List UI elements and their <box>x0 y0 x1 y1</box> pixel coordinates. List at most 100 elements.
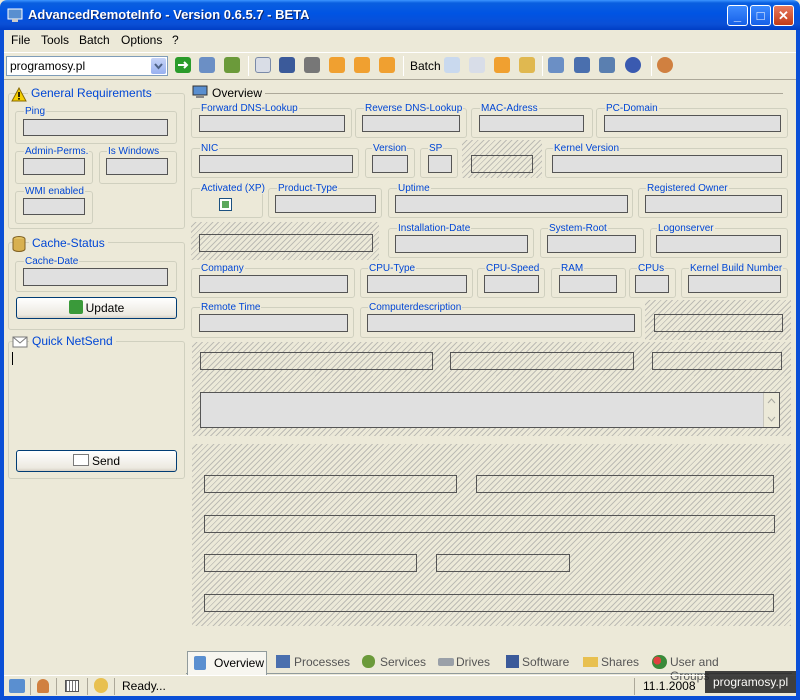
logonserver-label: Logonserver <box>657 223 715 234</box>
cache-status-title: Cache-Status <box>29 236 108 250</box>
users-search-icon[interactable] <box>519 57 535 73</box>
is-windows-field <box>106 158 168 175</box>
wmi-enabled-label: WMI enabled <box>24 186 85 197</box>
registered-owner-label: Registered Owner <box>646 183 729 194</box>
admin-perms-label: Admin-Perms. <box>24 146 90 157</box>
toolbar-separator <box>403 56 404 76</box>
placeholder-field <box>204 594 774 612</box>
computerdescription-field <box>367 314 635 332</box>
database-icon <box>12 236 26 252</box>
company-field <box>199 275 348 293</box>
status-divider <box>114 678 115 695</box>
info-icon[interactable] <box>625 57 641 73</box>
status-divider <box>56 678 57 695</box>
remote-desktop-icon[interactable] <box>199 57 215 73</box>
placeholder-field <box>450 352 634 370</box>
cpu-type-field <box>367 275 467 293</box>
activated-checkbox[interactable] <box>219 198 232 211</box>
cancel-icon[interactable] <box>494 57 510 73</box>
toolbar-separator <box>248 56 249 76</box>
menu-batch[interactable]: Batch <box>79 33 110 47</box>
checkbox-fill <box>222 201 229 208</box>
database-icon[interactable] <box>599 57 615 73</box>
mac-label: MAC-Adress <box>480 103 539 114</box>
forward-dns-field <box>199 115 345 132</box>
kernel-build-label: Kernel Build Number <box>689 263 784 274</box>
scrollbar[interactable] <box>763 393 779 427</box>
cache-date-label: Cache-Date <box>24 256 80 267</box>
batch-label: Batch <box>410 59 441 73</box>
stop-icon[interactable] <box>379 57 395 73</box>
send-button-label: Send <box>91 454 121 468</box>
tab-user-and-groups[interactable]: User and Groups <box>650 653 760 683</box>
message-icon[interactable] <box>469 57 485 73</box>
placeholder-field <box>436 554 570 572</box>
placeholder-field <box>652 352 782 370</box>
netsend-message-input[interactable] <box>11 349 182 441</box>
kernel-build-field <box>688 275 781 293</box>
check-icon[interactable] <box>329 57 345 73</box>
reverse-dns-field <box>362 115 460 132</box>
go-arrow-icon[interactable] <box>175 57 191 73</box>
save-icon[interactable] <box>279 57 295 73</box>
tab-processes-label: Processes <box>294 655 351 669</box>
tools-icon[interactable] <box>224 57 240 73</box>
tab-processes[interactable]: Processes <box>272 653 352 673</box>
menu-bar: File Tools Batch Options ? <box>4 30 796 51</box>
sleep-icon[interactable] <box>354 57 370 73</box>
admin-perms-field <box>23 158 85 175</box>
menu-file[interactable]: File <box>11 33 30 47</box>
network-icon <box>9 679 25 693</box>
tree-icon[interactable] <box>574 57 590 73</box>
placeholder-field <box>200 352 433 370</box>
send-button[interactable]: Send <box>16 450 177 472</box>
remote-time-field <box>199 314 348 332</box>
tab-software-label: Software <box>522 655 570 669</box>
tab-services[interactable]: Services <box>358 653 428 673</box>
tab-drives[interactable]: Drives <box>436 653 496 673</box>
window-frame-bottom <box>0 696 800 700</box>
mac-field <box>479 115 584 132</box>
print-icon[interactable] <box>304 57 320 73</box>
general-requirements-title: General Requirements <box>28 86 155 100</box>
update-button[interactable]: Update <box>16 297 177 319</box>
menu-tools[interactable]: Tools <box>41 33 69 47</box>
nic-label: NIC <box>200 143 220 154</box>
system-root-field <box>547 235 636 253</box>
menu-options[interactable]: Options <box>121 33 162 47</box>
server-combo[interactable]: programosy.pl <box>6 56 168 76</box>
close-button[interactable]: ✕ <box>773 5 794 26</box>
menu-help[interactable]: ? <box>172 33 179 47</box>
tab-shares[interactable]: Shares <box>581 653 643 673</box>
cpus-field <box>635 275 669 293</box>
toolbar-separator <box>542 56 543 76</box>
user-icon[interactable] <box>657 57 673 73</box>
maximize-button[interactable]: □ <box>750 5 771 26</box>
tab-overview[interactable]: Overview <box>187 651 267 675</box>
placeholder-field <box>204 515 775 533</box>
book-icon[interactable] <box>548 57 564 73</box>
installation-date-field <box>395 235 528 253</box>
text-cursor <box>12 352 13 365</box>
status-divider <box>634 678 635 695</box>
description-textarea[interactable] <box>200 392 780 428</box>
status-divider <box>87 678 88 695</box>
sp-label: SP <box>428 143 444 154</box>
cpu-speed-field <box>484 275 539 293</box>
reverse-dns-label: Reverse DNS-Lookup <box>364 103 464 114</box>
toolbar-separator <box>651 56 652 76</box>
tab-software[interactable]: Software <box>504 653 574 673</box>
overview-divider <box>265 93 783 94</box>
pc-domain-field <box>604 115 781 132</box>
cpus-label: CPUs <box>637 263 666 274</box>
chevron-down-icon[interactable] <box>151 58 166 74</box>
ping-label: Ping <box>24 106 47 117</box>
search-icon[interactable] <box>444 57 460 73</box>
kernel-version-field <box>552 155 782 173</box>
kernel-version-label: Kernel Version <box>553 143 621 154</box>
copy-icon[interactable] <box>255 57 271 73</box>
minimize-button[interactable]: _ <box>727 5 748 26</box>
product-type-label: Product-Type <box>277 183 339 194</box>
placeholder-field <box>654 314 783 332</box>
grid-icon <box>65 680 79 692</box>
